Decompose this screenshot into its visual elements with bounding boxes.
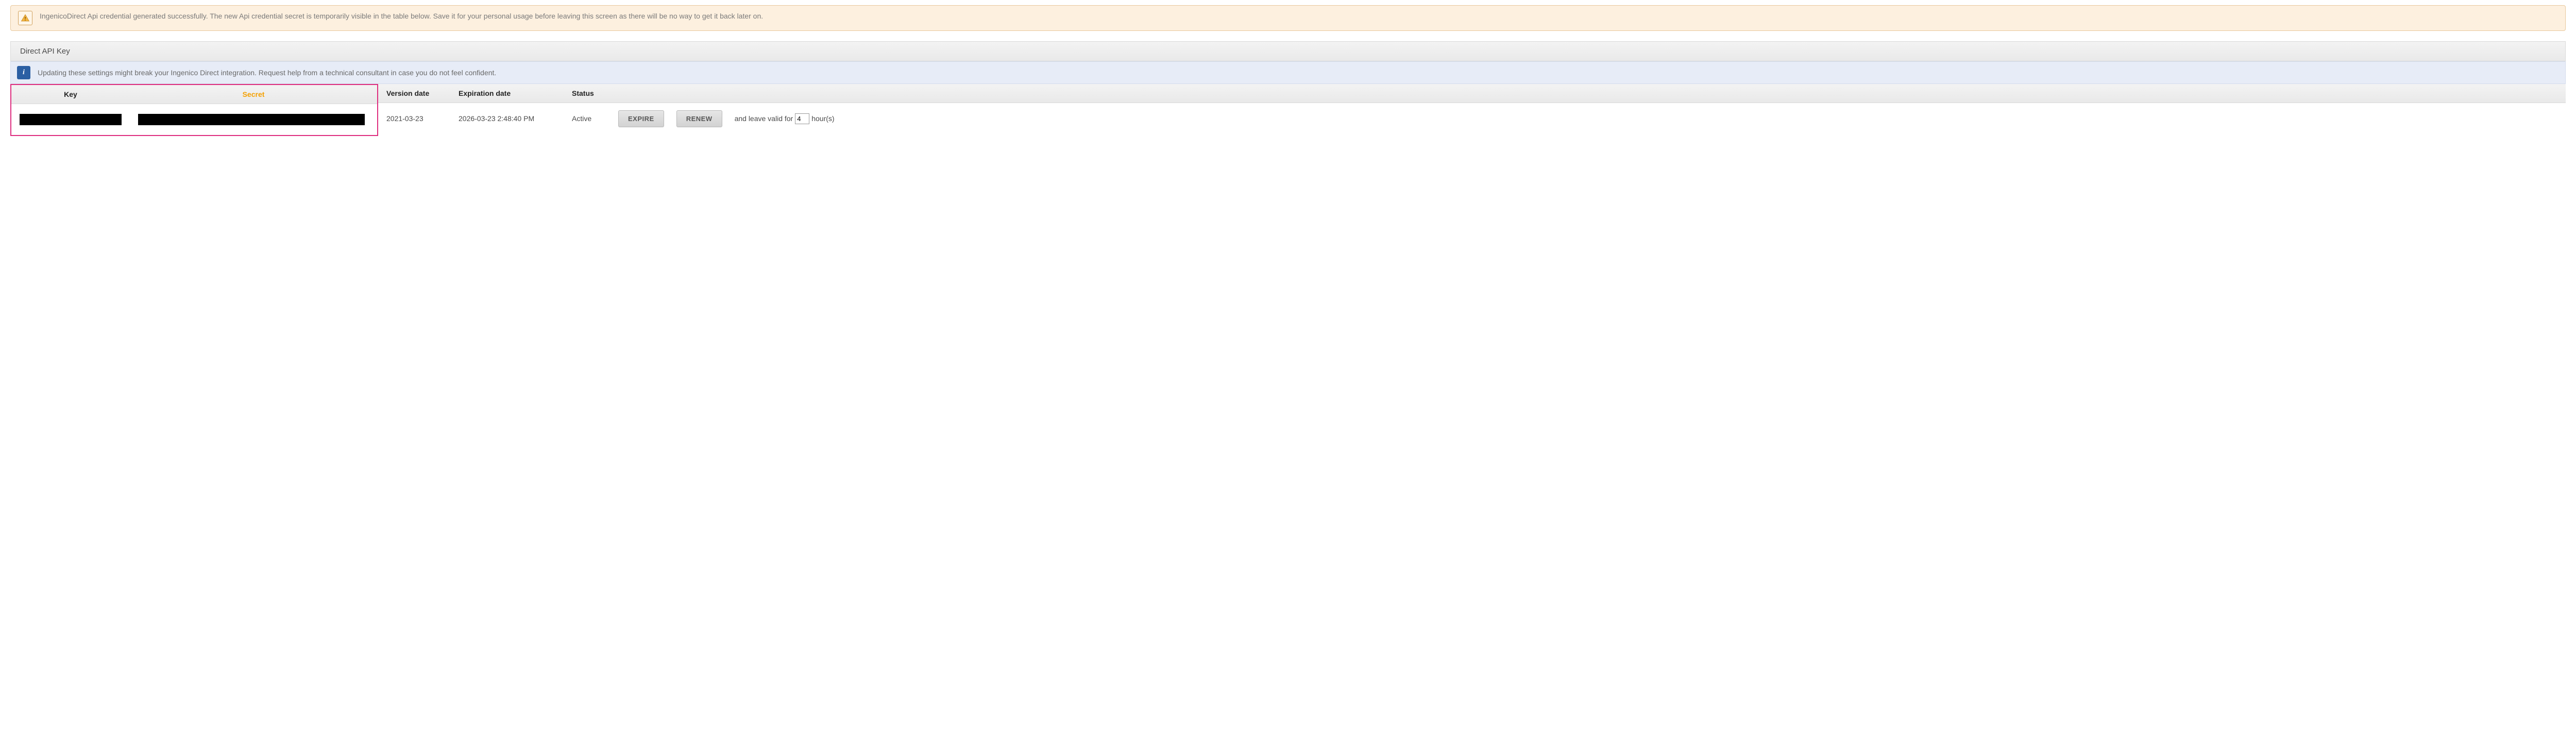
table-row	[11, 104, 377, 135]
cell-version-date: 2021-03-23	[378, 109, 450, 128]
header-status: Status	[564, 84, 610, 103]
renew-button[interactable]: RENEW	[676, 110, 722, 127]
alert-info-banner: i Updating these settings might break yo…	[10, 61, 2566, 84]
header-key: Key	[11, 85, 130, 104]
alert-info-text: Updating these settings might break your…	[38, 69, 496, 77]
key-secret-highlight: Key Secret	[10, 84, 378, 136]
panel-title: Direct API Key	[10, 41, 2566, 61]
redacted-secret-value	[138, 114, 365, 125]
leave-valid-suffix: hour(s)	[811, 114, 834, 123]
header-actions	[610, 88, 2566, 98]
cell-actions: EXPIRE RENEW and leave valid for hour(s)	[610, 105, 2566, 132]
cell-secret	[130, 109, 377, 130]
redacted-key-value	[20, 114, 122, 125]
header-version-date: Version date	[378, 84, 450, 103]
header-secret: Secret	[130, 85, 377, 104]
cell-status: Active	[564, 109, 610, 128]
warning-triangle-icon	[18, 11, 32, 25]
api-key-table: Key Secret Version date Expiration date …	[10, 84, 2566, 136]
alert-warning-banner: IngenicoDirect Api credential generated …	[10, 5, 2566, 31]
header-expiration-date: Expiration date	[450, 84, 564, 103]
cell-key	[11, 109, 130, 130]
table-row: 2021-03-23 2026-03-23 2:48:40 PM Active …	[378, 103, 2566, 134]
cell-expiration-date: 2026-03-23 2:48:40 PM	[450, 109, 564, 128]
expire-button[interactable]: EXPIRE	[618, 110, 664, 127]
info-icon: i	[17, 66, 30, 79]
leave-valid-prefix: and leave valid for	[735, 114, 793, 123]
leave-valid-label: and leave valid for hour(s)	[735, 113, 835, 124]
hours-input[interactable]	[795, 113, 809, 124]
alert-warning-text: IngenicoDirect Api credential generated …	[40, 11, 763, 22]
